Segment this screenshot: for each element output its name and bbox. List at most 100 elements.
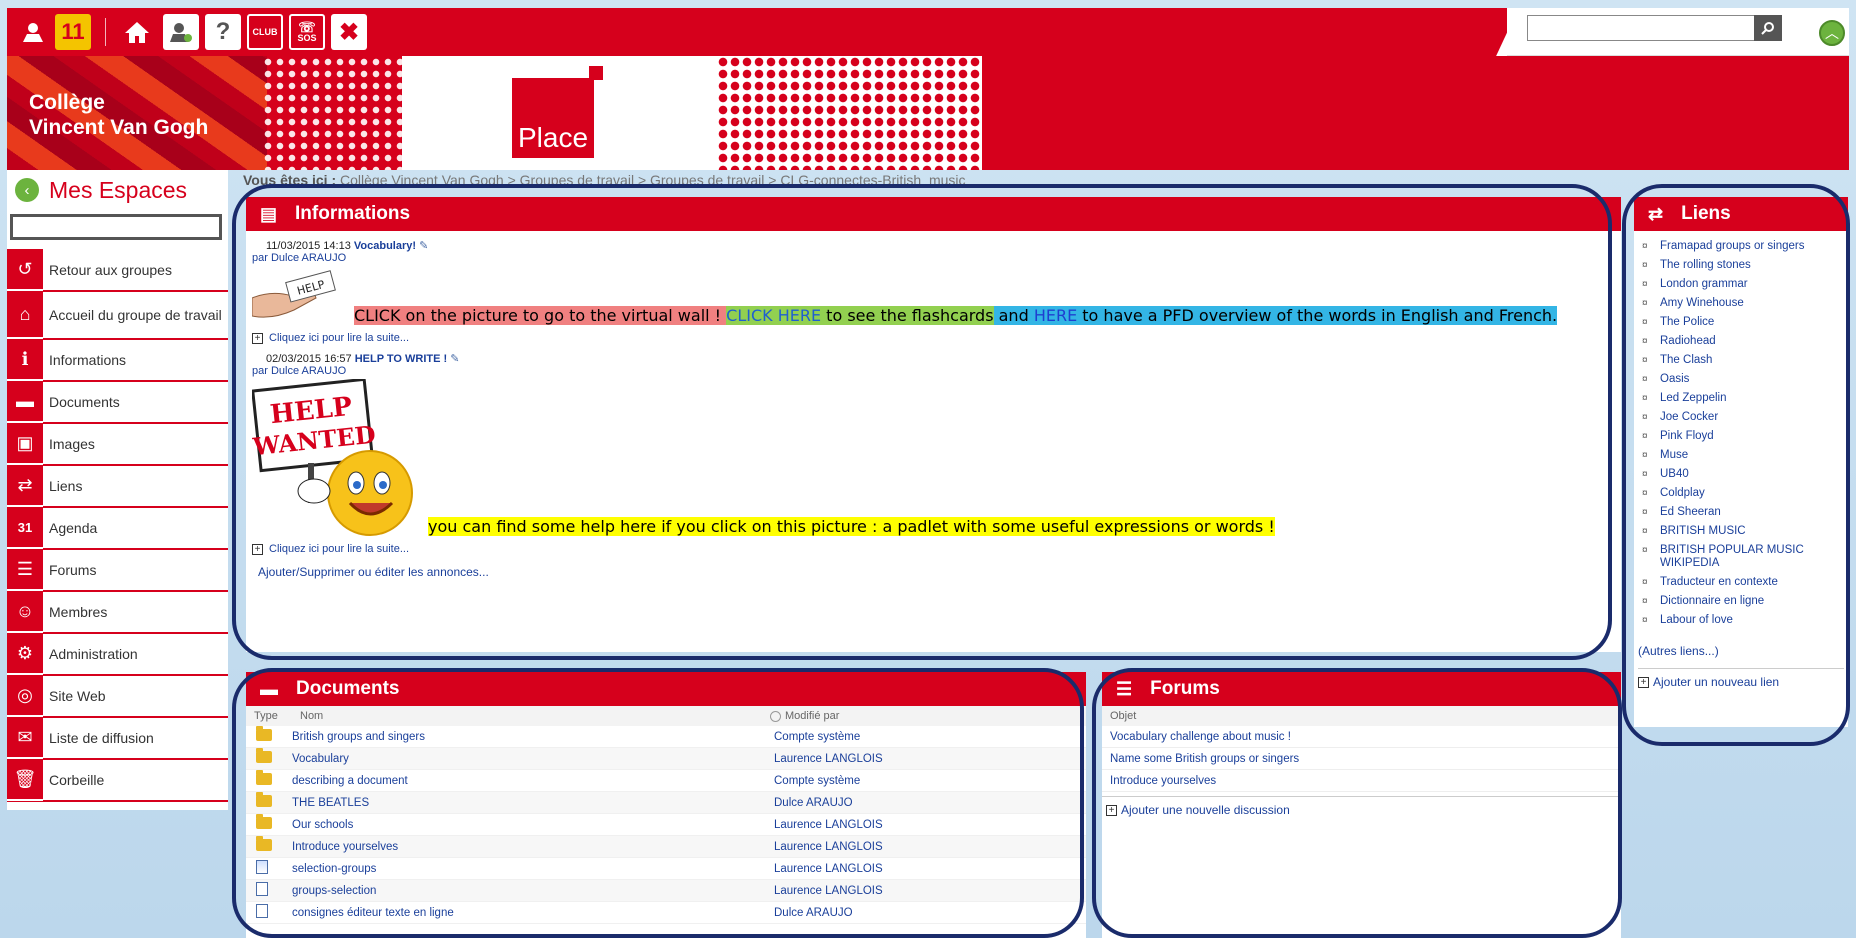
link-item[interactable]: The Clash [1634,351,1848,370]
user-settings-icon[interactable] [163,14,199,50]
home-icon[interactable] [119,14,155,50]
doc-name[interactable]: THE BEATLES [292,797,774,809]
link-item[interactable]: London grammar [1634,275,1848,294]
link-item[interactable]: Joe Cocker [1634,408,1848,427]
sidebar-item-retour[interactable]: ↺ Retour aux groupes [7,249,228,292]
sidebar-search-input[interactable] [13,217,219,237]
sidebar-item-liste-diffusion[interactable]: ✉ Liste de diffusion [7,717,228,760]
sidebar-item-administration[interactable]: ⚙ Administration [7,633,228,676]
club-icon[interactable]: CLUB [247,14,283,50]
link-item[interactable]: Traducteur en contexte [1634,573,1848,592]
search-input[interactable] [1527,15,1767,41]
close-icon[interactable]: ✖ [331,14,367,50]
doc-name[interactable]: describing a document [292,775,774,787]
doc-name[interactable]: consignes éditeur texte en ligne [292,907,774,919]
notifications-icon[interactable]: 11 [55,14,91,50]
readmore-link[interactable]: + Cliquez ici pour lire la suite... [246,543,1621,555]
documents-header: ▬ Documents [246,672,1086,706]
link-item[interactable]: Oasis [1634,370,1848,389]
forum-topic[interactable]: Introduce yourselves [1102,770,1621,792]
add-link-button[interactable]: + Ajouter un nouveau lien [1638,668,1844,689]
place-logo[interactable]: Place [512,78,594,158]
more-links-link[interactable]: (Autres liens...) [1634,630,1848,658]
link-item[interactable]: The rolling stones [1634,256,1848,275]
expand-icon: + [252,332,263,344]
sidebar-search [10,214,222,240]
link-item[interactable]: Radiohead [1634,332,1848,351]
col-modified-by[interactable]: Modifié par [770,710,839,722]
doc-name[interactable]: Our schools [292,819,774,831]
search-button[interactable] [1754,15,1782,41]
sos-icon[interactable]: ☏ SOS [289,14,325,50]
user-icon[interactable] [15,14,51,50]
sidebar-item-site-web[interactable]: ◎ Site Web [7,675,228,718]
link-item[interactable]: Ed Sheeran [1634,503,1848,522]
doc-modified-by: Laurence LANGLOIS [774,752,883,765]
post-author[interactable]: par Dulce ARAUJO [246,252,1621,264]
link-item[interactable]: Amy Winehouse [1634,294,1848,313]
doc-name[interactable]: selection-groups [292,863,774,875]
table-row[interactable]: consignes éditeur texte en ligne Dulce AR… [246,902,1086,924]
add-discussion-button[interactable]: + Ajouter une nouvelle discussion [1102,796,1621,823]
sidebar-item-forums[interactable]: ☰ Forums [7,549,228,592]
table-row[interactable]: describing a document Compte système [246,770,1086,792]
table-row[interactable]: selection-groups Laurence LANGLOIS [246,858,1086,880]
school-name-line1: Collège [29,91,105,114]
help-hand-image[interactable]: HELP [251,268,340,322]
sidebar-item-accueil[interactable]: ⌂ Accueil du groupe de travail [7,291,228,340]
members-icon: ☺ [7,591,43,633]
sidebar-item-label: Informations [49,351,127,368]
doc-name[interactable]: groups-selection [292,885,774,897]
table-row[interactable]: Our schools Laurence LANGLOIS [246,814,1086,836]
doc-name[interactable]: British groups and singers [292,731,774,743]
informations-panel: ▤ Informations 11/03/2015 14:13 Vocabula… [246,197,1621,652]
link-item[interactable]: BRITISH MUSIC [1634,522,1848,541]
table-row[interactable]: Introduce yourselves Laurence LANGLOIS [246,836,1086,858]
col-name[interactable]: Nom [300,710,770,722]
sidebar-item-liens[interactable]: ⇄ Liens [7,465,228,508]
help-icon[interactable]: ? [205,14,241,50]
chevron-left-icon[interactable]: ‹ [15,178,39,202]
sidebar-item-images[interactable]: ▣ Images [7,423,228,466]
documents-panel: ▬ Documents Type Nom Modifié par British… [246,672,1086,938]
documents-title: Documents [296,678,400,699]
link-item[interactable]: Coldplay [1634,484,1848,503]
col-type[interactable]: Type [254,710,300,722]
link-item[interactable]: Led Zeppelin [1634,389,1848,408]
school-name[interactable]: Collège Vincent Van Gogh [29,90,208,140]
sidebar-item-documents[interactable]: ▬ Documents [7,381,228,424]
readmore-link[interactable]: + Cliquez ici pour lire la suite... [246,332,1621,344]
sidebar-item-informations[interactable]: ℹ Informations [7,339,228,382]
link-item[interactable]: Labour of love [1634,611,1848,630]
mes-espaces-header[interactable]: ‹ Mes Espaces [15,176,187,204]
collapse-up-button[interactable]: ︿ [1819,20,1845,46]
post-title[interactable]: HELP TO WRITE ! [355,353,448,365]
sidebar-item-agenda[interactable]: 31 Agenda [7,507,228,550]
forum-topic[interactable]: Name some British groups or singers [1102,748,1621,770]
link-item[interactable]: Muse [1634,446,1848,465]
link-item[interactable]: Framapad groups or singers [1634,237,1848,256]
sidebar-item-corbeille[interactable]: 🗑 Corbeille [7,759,228,802]
link-item[interactable]: Dictionnaire en ligne [1634,592,1848,611]
readmore-text: Cliquez ici pour lire la suite... [269,332,410,344]
link-item[interactable]: UB40 [1634,465,1848,484]
sidebar-item-membres[interactable]: ☺ Membres [7,591,228,634]
help-wanted-image[interactable]: HELP WANTED [251,377,422,537]
col-subject[interactable]: Objet [1110,710,1136,722]
table-row[interactable]: British groups and singers Compte système [246,726,1086,748]
table-row[interactable]: THE BEATLES Dulce ARAUJO [246,792,1086,814]
table-row[interactable]: Vocabulary Laurence LANGLOIS [246,748,1086,770]
doc-name[interactable]: Introduce yourselves [292,841,774,853]
edit-announcements-link[interactable]: Ajouter/Supprimer ou éditer les annonces… [246,555,1621,579]
link-item[interactable]: The Police [1634,313,1848,332]
doc-name[interactable]: Vocabulary [292,753,774,765]
forum-topic[interactable]: Vocabulary challenge about music ! [1102,726,1621,748]
post-author[interactable]: par Dulce ARAUJO [246,365,1621,377]
edit-icon[interactable]: ✎ [450,353,459,365]
edit-icon[interactable]: ✎ [419,240,428,252]
breadcrumb-path[interactable]: Collège Vincent Van Gogh > Groupes de tr… [340,172,966,188]
link-item[interactable]: BRITISH POPULAR MUSIC WIKIPEDIA [1634,541,1848,573]
table-row[interactable]: groups-selection Laurence LANGLOIS [246,880,1086,902]
post-title[interactable]: Vocabulary! [354,240,416,252]
link-item[interactable]: Pink Floyd [1634,427,1848,446]
